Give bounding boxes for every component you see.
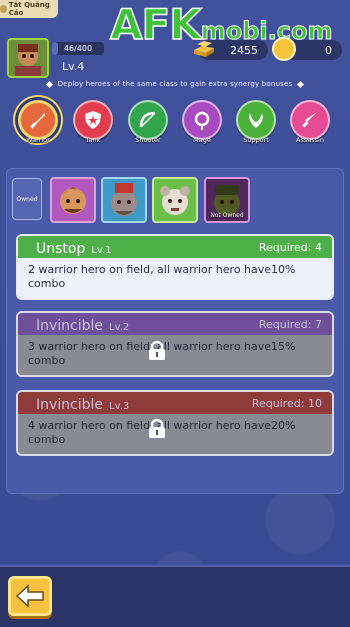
diamond-right-icon <box>297 80 305 88</box>
hero-portrait-icon <box>111 183 137 216</box>
exp-bar: 46/400 <box>52 42 104 55</box>
gem-amount: 0 <box>325 43 332 57</box>
bonus-level: Lv.2 <box>109 321 130 333</box>
hero-portrait-icon <box>60 187 86 214</box>
back-button[interactable] <box>8 576 52 616</box>
diamond-left-icon <box>45 80 53 88</box>
hero-portrait-icon <box>9 40 47 76</box>
tab-tank-label: Tank <box>85 136 101 144</box>
bonus-card-3: Invincible Lv.3 Required: 10 4 warrior he… <box>16 390 334 456</box>
gold-counter[interactable]: 2455 <box>194 40 268 60</box>
hero-card-1[interactable] <box>50 177 96 223</box>
not-owned-label: Not Owned <box>210 212 244 219</box>
tab-shooter[interactable]: Shooter <box>126 100 170 144</box>
watermark-big: AFK <box>109 0 202 50</box>
bonus-header: Invincible Lv.2 Required: 7 <box>18 313 332 335</box>
bonus-header: Invincible Lv.3 Required: 10 <box>18 392 332 414</box>
bonus-level: Lv.3 <box>109 400 130 412</box>
hero-card-2[interactable] <box>101 177 147 223</box>
exp-text: 46/400 <box>63 44 93 53</box>
ad-icon <box>0 5 7 13</box>
player-avatar[interactable] <box>7 38 49 78</box>
synergy-hint-text: Deploy heroes of the same class to gain … <box>57 80 293 88</box>
gold-bars-icon <box>194 41 214 57</box>
remove-ads-label: Tắt Quảng Cáo <box>8 1 50 17</box>
gold-amount: 2455 <box>230 43 258 57</box>
tab-support-label: Support <box>243 136 269 144</box>
synergy-hint: Deploy heroes of the same class to gain … <box>0 80 350 88</box>
player-level: Lv.4 <box>62 60 85 73</box>
sword-icon <box>18 100 58 140</box>
tab-shooter-label: Shooter <box>135 136 161 144</box>
bonus-name: Invincible <box>36 317 104 334</box>
lock-icon <box>149 418 165 438</box>
bonus-description: 2 warrior hero on field, all warrior her… <box>18 258 332 298</box>
tab-support[interactable]: Support <box>234 100 278 144</box>
tab-mage[interactable]: Mage <box>180 100 224 144</box>
tab-warrior[interactable]: Warrior <box>16 100 60 144</box>
tab-warrior-label: Warrior <box>26 136 50 144</box>
back-arrow-icon <box>15 584 44 608</box>
owned-tag: Owned <box>12 178 42 220</box>
bonus-name: Invincible <box>36 396 104 413</box>
bonus-required: Required: 10 <box>251 396 322 410</box>
remove-ads-button[interactable]: Tắt Quảng Cáo <box>0 0 58 18</box>
class-tabs: Warrior Tank Shooter Mage Support Assass… <box>16 100 336 158</box>
gem-icon <box>272 37 296 61</box>
gem-counter[interactable]: 0 <box>272 37 342 61</box>
exp-bar-fill <box>52 42 58 55</box>
shield-icon <box>73 100 113 140</box>
dagger-icon <box>290 100 330 140</box>
bonus-card-2: Invincible Lv.2 Required: 7 3 warrior her… <box>16 311 334 377</box>
tab-mage-label: Mage <box>193 136 211 144</box>
bonus-level: Lv.1 <box>91 244 112 256</box>
leaf-icon <box>236 100 276 140</box>
magic-orb-icon <box>182 100 222 140</box>
lock-icon <box>149 340 165 360</box>
bonus-required: Required: 4 <box>258 240 322 254</box>
bow-icon <box>128 100 168 140</box>
bonus-header: Unstop Lv.1 Required: 4 <box>18 236 332 258</box>
tab-assassin[interactable]: Assassin <box>288 100 332 144</box>
hero-card-4[interactable]: Not Owned <box>204 177 250 223</box>
bonus-description: 4 warrior hero on field, all warrior her… <box>18 414 332 454</box>
tab-tank[interactable]: Tank <box>71 100 115 144</box>
hero-portrait-icon <box>160 186 190 215</box>
bonus-card-1: Unstop Lv.1 Required: 4 2 warrior hero on… <box>16 234 334 300</box>
hero-card-3[interactable] <box>152 177 198 223</box>
bonus-name: Unstop <box>36 240 86 257</box>
bonus-required: Required: 7 <box>258 317 322 331</box>
footer-bar <box>0 565 350 627</box>
bonus-description: 3 warrior hero on field, all warrior her… <box>18 335 332 375</box>
tab-assassin-label: Assassin <box>296 136 324 144</box>
